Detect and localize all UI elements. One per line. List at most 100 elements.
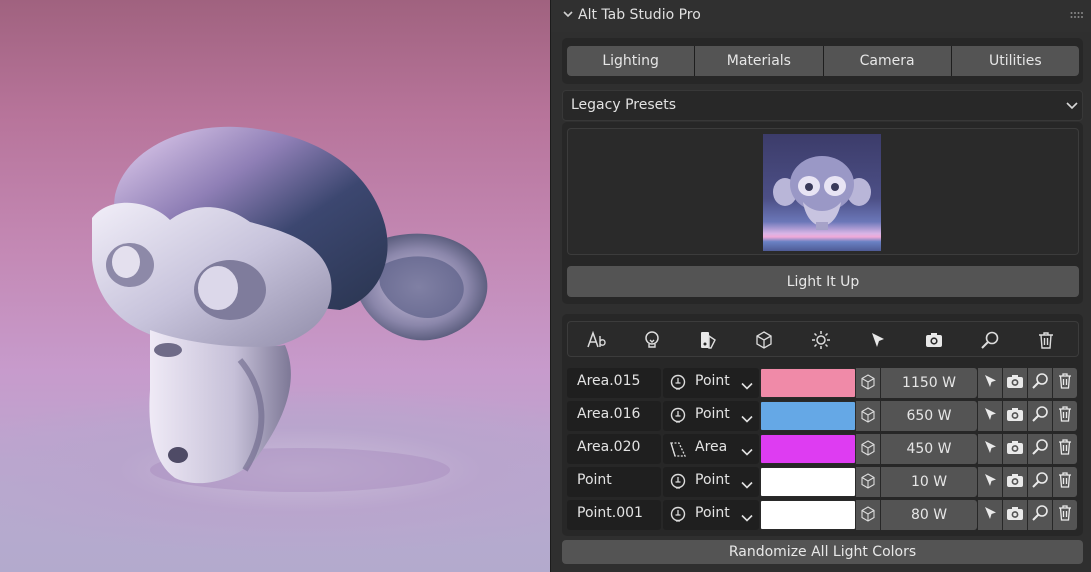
light-name-field[interactable]: Point — [567, 467, 661, 497]
light-type-dropdown[interactable]: Point — [663, 467, 759, 497]
monkey-render-image — [92, 126, 488, 492]
sun-icon[interactable] — [811, 330, 831, 350]
area-light-icon — [669, 440, 687, 458]
cube-icon[interactable] — [856, 434, 880, 464]
light-color-swatch[interactable] — [760, 467, 856, 497]
select-light-button[interactable] — [978, 434, 1002, 464]
light-it-up-button[interactable]: Light It Up — [567, 266, 1079, 297]
focus-light-button[interactable] — [1028, 500, 1052, 530]
light-color-swatch[interactable] — [760, 500, 856, 530]
chevron-down-icon — [741, 511, 753, 522]
render-viewport[interactable] — [0, 0, 550, 572]
light-row: Point Point 10 W — [567, 467, 1079, 497]
light-name-field[interactable]: Area.016 — [567, 401, 661, 431]
light-type-dropdown[interactable]: Point — [663, 401, 759, 431]
light-type-label: Point — [695, 373, 730, 389]
focus-light-button[interactable] — [1028, 368, 1052, 398]
delete-light-button[interactable] — [1053, 467, 1077, 497]
magnifier-icon — [1031, 504, 1049, 526]
tab-utilities[interactable]: Utilities — [951, 46, 1079, 76]
panel-header[interactable]: Alt Tab Studio Pro — [551, 0, 1091, 32]
focus-light-button[interactable] — [1028, 401, 1052, 431]
light-power-field[interactable]: 80 W — [881, 500, 977, 530]
cursor-select-icon — [982, 406, 998, 426]
trash-icon[interactable] — [1036, 330, 1056, 350]
select-light-button[interactable] — [978, 401, 1002, 431]
camera-icon — [1006, 505, 1024, 525]
randomize-colors-button[interactable]: Randomize All Light Colors — [562, 540, 1083, 564]
magnifier-icon — [1031, 438, 1049, 460]
chevron-down-icon — [741, 445, 753, 456]
view-from-light-button[interactable] — [1003, 434, 1027, 464]
view-from-light-button[interactable] — [1003, 467, 1027, 497]
light-type-dropdown[interactable]: Point — [663, 368, 759, 398]
select-light-button[interactable] — [978, 500, 1002, 530]
drag-grip-icon[interactable] — [1070, 11, 1084, 19]
trash-icon — [1057, 471, 1073, 493]
preset-thumbnail[interactable] — [763, 134, 881, 251]
tab-lighting[interactable]: Lighting — [567, 46, 695, 76]
text-rename-icon[interactable] — [586, 330, 606, 350]
magnifier-icon — [1031, 405, 1049, 427]
chevron-down-icon — [741, 379, 753, 390]
monkey-thumbnail-image — [773, 156, 871, 230]
trash-icon — [1057, 504, 1073, 526]
light-color-swatch[interactable] — [760, 434, 856, 464]
point-light-icon — [669, 374, 687, 392]
cube-icon[interactable] — [856, 401, 880, 431]
chevron-down-icon — [741, 478, 753, 489]
tab-materials[interactable]: Materials — [695, 46, 823, 76]
delete-light-button[interactable] — [1053, 434, 1077, 464]
light-power-field[interactable]: 650 W — [881, 401, 977, 431]
light-name-field[interactable]: Area.020 — [567, 434, 661, 464]
magnifier-icon[interactable] — [980, 330, 1000, 350]
view-from-light-button[interactable] — [1003, 401, 1027, 431]
cube-icon[interactable] — [856, 500, 880, 530]
light-name-field[interactable]: Point.001 — [567, 500, 661, 530]
tab-bar: Lighting Materials Camera Utilities — [567, 46, 1079, 76]
cube-icon[interactable] — [754, 330, 774, 350]
light-name-field[interactable]: Area.015 — [567, 368, 661, 398]
cursor-select-icon — [982, 373, 998, 393]
point-light-icon — [669, 473, 687, 491]
panel-title: Alt Tab Studio Pro — [578, 7, 701, 23]
tab-camera[interactable]: Camera — [823, 46, 951, 76]
cursor-select-icon — [982, 439, 998, 459]
collapse-chevron-icon[interactable] — [562, 8, 574, 20]
preset-dropdown-label: Legacy Presets — [571, 97, 677, 113]
light-toolbar — [567, 321, 1079, 357]
focus-light-button[interactable] — [1028, 467, 1052, 497]
light-type-label: Point — [695, 505, 730, 521]
focus-light-button[interactable] — [1028, 434, 1052, 464]
light-type-label: Area — [695, 439, 728, 455]
cube-icon[interactable] — [856, 467, 880, 497]
light-row: Area.016 Point 650 W — [567, 401, 1079, 431]
bulb-icon[interactable] — [642, 330, 662, 350]
camera-icon — [1006, 373, 1024, 393]
delete-light-button[interactable] — [1053, 500, 1077, 530]
light-color-swatch[interactable] — [760, 368, 856, 398]
select-light-button[interactable] — [978, 467, 1002, 497]
light-type-dropdown[interactable]: Point — [663, 500, 759, 530]
light-power-field[interactable]: 450 W — [881, 434, 977, 464]
light-color-swatch[interactable] — [760, 401, 856, 431]
delete-light-button[interactable] — [1053, 401, 1077, 431]
chevron-down-icon — [1066, 102, 1078, 110]
light-type-label: Point — [695, 472, 730, 488]
light-power-field[interactable]: 1150 W — [881, 368, 977, 398]
view-from-light-button[interactable] — [1003, 368, 1027, 398]
camera-icon — [1006, 439, 1024, 459]
cursor-select-icon[interactable] — [868, 330, 888, 350]
delete-light-button[interactable] — [1053, 368, 1077, 398]
preset-dropdown[interactable]: Legacy Presets — [562, 90, 1083, 121]
view-from-light-button[interactable] — [1003, 500, 1027, 530]
light-type-dropdown[interactable]: Area — [663, 434, 759, 464]
trash-icon — [1057, 438, 1073, 460]
magnifier-icon — [1031, 372, 1049, 394]
cube-icon[interactable] — [856, 368, 880, 398]
camera-icon[interactable] — [924, 330, 944, 350]
camera-icon — [1006, 472, 1024, 492]
light-power-field[interactable]: 10 W — [881, 467, 977, 497]
color-palette-icon[interactable] — [698, 330, 718, 350]
select-light-button[interactable] — [978, 368, 1002, 398]
